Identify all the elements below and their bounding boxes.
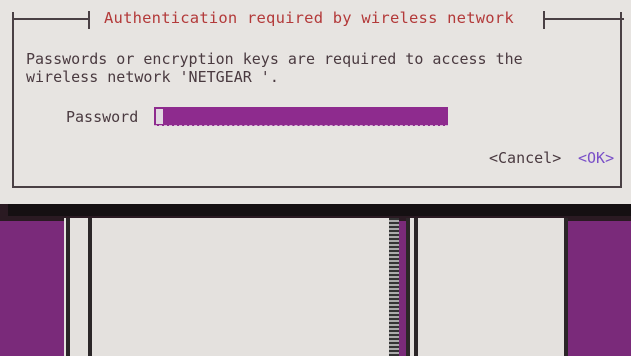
background-panel-right [408,218,568,356]
dialog-shadow [8,204,631,216]
title-border-tick [543,11,545,29]
background-panel-border [406,218,410,356]
text-cursor [156,109,163,124]
title-border-tick [88,11,90,29]
message-line-2: wireless network 'NETGEAR '. [26,68,279,86]
background-panel-border [66,218,70,356]
auth-dialog: Authentication required by wireless netw… [0,0,631,204]
terminal-screen: Authentication required by wireless netw… [0,0,631,356]
password-label: Password [66,108,139,126]
title-border-right [545,18,624,20]
background-panel-left [64,218,394,356]
password-input[interactable] [154,107,448,126]
background-panel-border [414,218,418,356]
message-line-1: Passwords or encryption keys are require… [26,50,523,68]
title-border-left [12,18,88,20]
cancel-button[interactable]: <Cancel> [489,149,561,167]
background-panel-border [564,218,568,356]
background-panel-border [88,218,92,356]
background-scrollbar [389,218,399,356]
ok-button[interactable]: <OK> [578,149,614,167]
dialog-message: Passwords or encryption keys are require… [26,50,616,86]
dialog-title: Authentication required by wireless netw… [104,9,514,27]
